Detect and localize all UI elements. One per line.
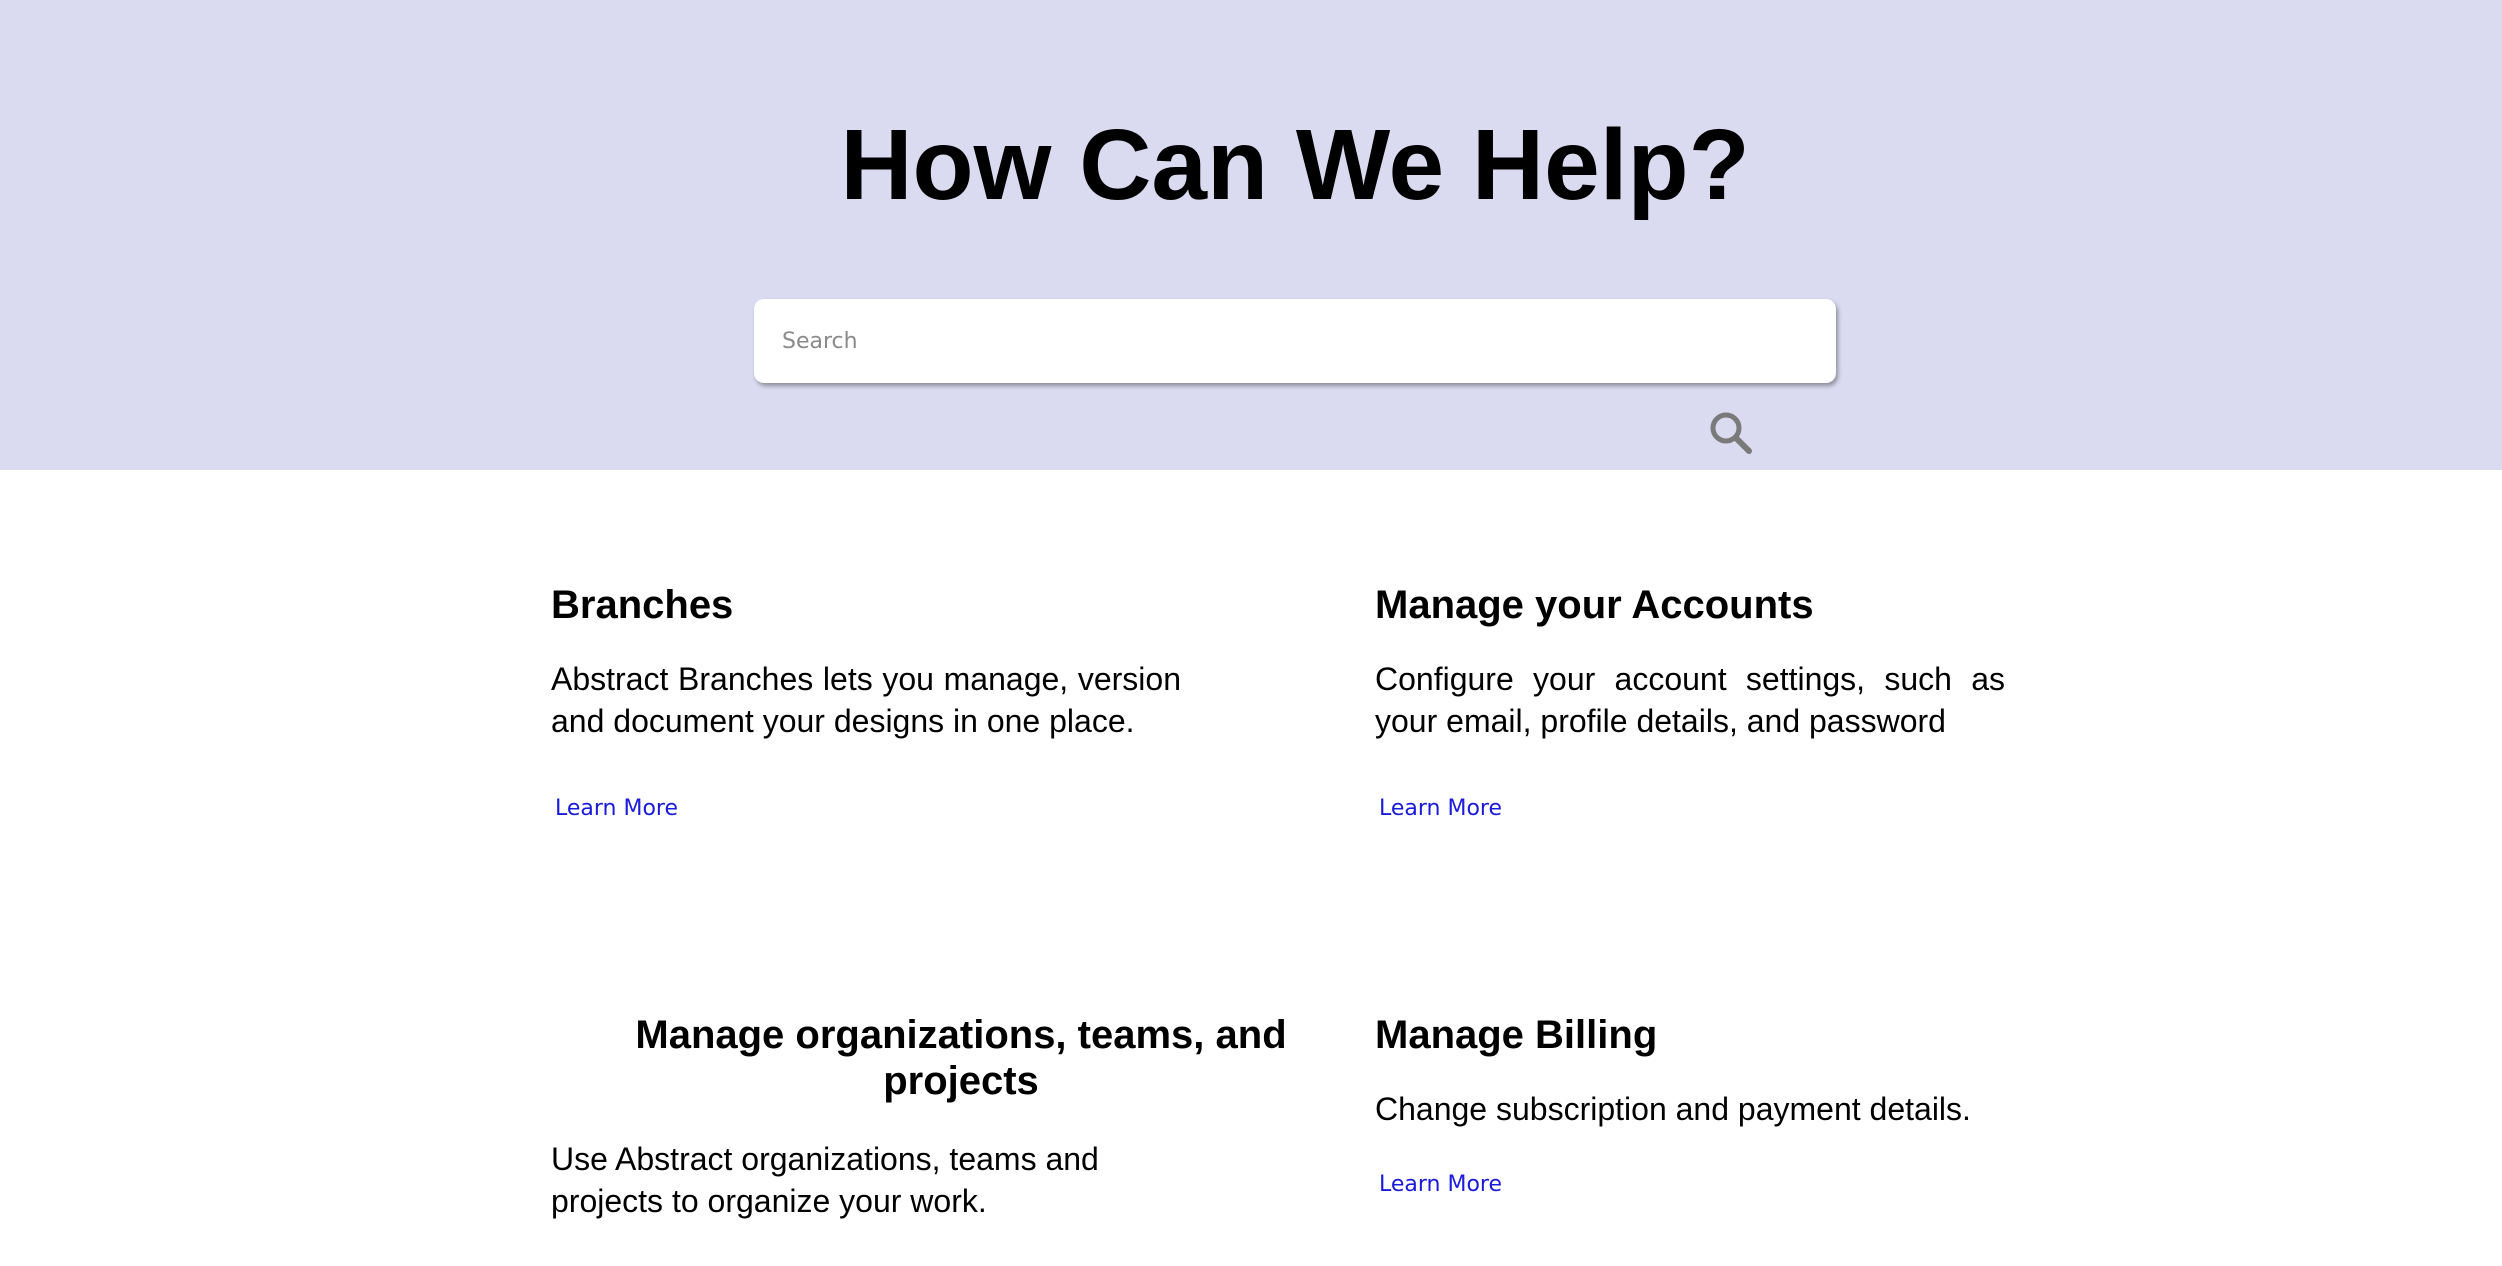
card-description: Abstract Branches lets you manage, versi…	[551, 661, 1181, 739]
card-description: Configure your account settings, such as…	[1375, 661, 2005, 739]
card-description: Use Abstract organizations, teams and pr…	[551, 1141, 1099, 1219]
learn-more-link[interactable]: Learn More	[555, 796, 678, 821]
search-icon[interactable]	[1708, 410, 1754, 456]
card-title: Branches	[551, 583, 734, 627]
help-card-branches: Branches Abstract Branches lets you mana…	[551, 582, 1181, 821]
hero-banner: How Can We Help?	[0, 0, 2502, 470]
card-description: Change subscription and payment details.	[1375, 1091, 1971, 1127]
help-card-accounts: Manage your Accounts Configure your acco…	[1375, 582, 2005, 821]
learn-more-link[interactable]: Learn More	[1379, 796, 1502, 821]
card-title: Manage organizations, teams, and project…	[635, 1013, 1287, 1103]
card-title: Manage your Accounts	[1375, 583, 1814, 627]
learn-more-link[interactable]: Learn More	[1379, 1172, 1502, 1197]
search-input[interactable]	[754, 299, 1836, 383]
card-title: Manage Billing	[1375, 1013, 1658, 1057]
help-card-billing: Manage Billing Change subscription and p…	[1375, 1012, 2005, 1197]
help-card-organizations: Manage organizations, teams, and project…	[551, 1012, 1331, 1222]
page-title: How Can We Help?	[840, 109, 1750, 221]
